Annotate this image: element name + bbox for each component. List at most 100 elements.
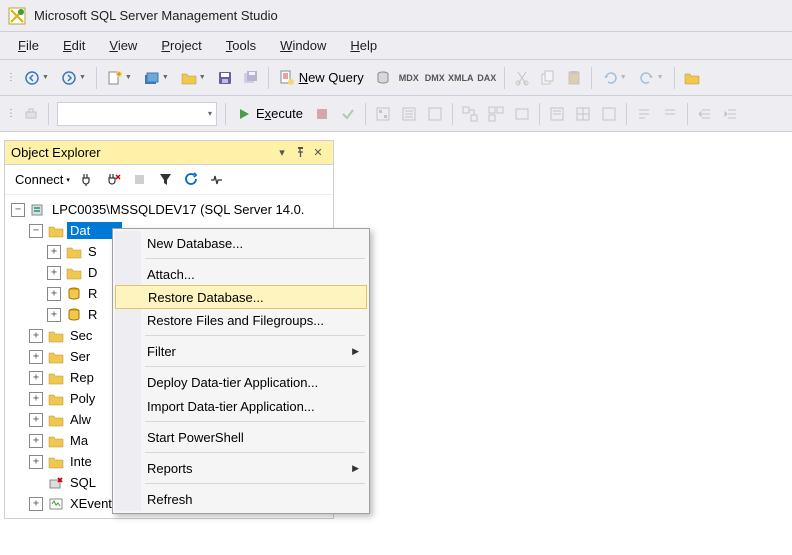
dmx-query-icon[interactable]: DMX — [422, 65, 448, 91]
undo-button[interactable]: ▼ — [596, 65, 633, 91]
save-all-button[interactable] — [238, 65, 264, 91]
execute-button[interactable]: Execute — [230, 101, 309, 127]
include-client-stats-button[interactable] — [509, 101, 535, 127]
menu-filter[interactable]: Filter▶ — [115, 339, 367, 363]
expander-icon[interactable]: + — [29, 455, 43, 469]
comment-button[interactable] — [631, 101, 657, 127]
expander-icon[interactable]: + — [47, 266, 61, 280]
menu-refresh[interactable]: Refresh — [115, 487, 367, 511]
intellisense-button[interactable] — [422, 101, 448, 127]
expander-icon[interactable]: + — [29, 329, 43, 343]
menu-start-powershell[interactable]: Start PowerShell — [115, 425, 367, 449]
expander-icon[interactable]: + — [29, 434, 43, 448]
expander-icon[interactable]: + — [47, 245, 61, 259]
expander-icon[interactable]: + — [47, 308, 61, 322]
database-engine-query-icon[interactable] — [370, 65, 396, 91]
dax-query-icon[interactable]: DAX — [474, 65, 500, 91]
expander-icon[interactable]: + — [29, 350, 43, 364]
properties-button[interactable] — [679, 65, 705, 91]
folder-icon — [48, 223, 64, 239]
tree-label: R — [85, 306, 100, 323]
expander-icon[interactable]: + — [29, 413, 43, 427]
menu-restore-database[interactable]: Restore Database... — [115, 285, 367, 309]
menu-view[interactable]: View — [97, 34, 149, 57]
results-grid-button[interactable] — [570, 101, 596, 127]
refresh-icon[interactable] — [180, 168, 204, 192]
xmla-query-icon[interactable]: XMLA — [448, 65, 474, 91]
expander-icon[interactable]: + — [29, 497, 43, 511]
folder-icon — [66, 244, 82, 260]
stop-button[interactable] — [309, 101, 335, 127]
back-button[interactable]: ▼ — [18, 65, 55, 91]
cut-button[interactable] — [509, 65, 535, 91]
folder-icon — [48, 454, 64, 470]
panel-dropdown-icon[interactable]: ▾ — [273, 144, 291, 162]
stop-icon[interactable] — [128, 168, 152, 192]
menu-new-database[interactable]: New Database... — [115, 231, 367, 255]
tree-label: S — [85, 243, 100, 260]
tree-server-node[interactable]: − LPC0035\MSSQLDEV17 (SQL Server 14.0. — [7, 199, 331, 220]
expander-icon[interactable]: + — [47, 287, 61, 301]
tree-label: Sec — [67, 327, 95, 344]
database-icon — [66, 307, 82, 323]
menu-reports[interactable]: Reports▶ — [115, 456, 367, 480]
parse-button[interactable] — [335, 101, 361, 127]
activity-monitor-icon[interactable] — [206, 168, 230, 192]
mdx-query-icon[interactable]: MDX — [396, 65, 422, 91]
menu-edit[interactable]: Edit — [51, 34, 97, 57]
connect-button[interactable]: Connect▾ — [11, 170, 74, 189]
ssms-app-icon — [8, 7, 26, 25]
connect-icon[interactable] — [76, 168, 100, 192]
results-file-button[interactable] — [596, 101, 622, 127]
database-icon — [66, 286, 82, 302]
expander-icon[interactable]: − — [29, 224, 43, 238]
tree-label: Ma — [67, 432, 91, 449]
open-file-button[interactable]: ▼ — [175, 65, 212, 91]
display-plan-button[interactable] — [370, 101, 396, 127]
title-bar: Microsoft SQL Server Management Studio — [0, 0, 792, 32]
expander-icon[interactable]: − — [11, 203, 25, 217]
menu-help[interactable]: Help — [338, 34, 389, 57]
menu-file[interactable]: File — [6, 34, 51, 57]
panel-title: Object Explorer — [11, 145, 273, 160]
menu-attach[interactable]: Attach... — [115, 262, 367, 286]
tree-label: Alw — [67, 411, 94, 428]
new-item-button[interactable]: ▼ — [101, 65, 138, 91]
uncomment-button[interactable] — [657, 101, 683, 127]
paste-button[interactable] — [561, 65, 587, 91]
menu-tools[interactable]: Tools — [214, 34, 268, 57]
filter-icon[interactable] — [154, 168, 178, 192]
tree-label: LPC0035\MSSQLDEV17 (SQL Server 14.0. — [49, 201, 307, 218]
tree-label: R — [85, 285, 100, 302]
menu-bar: File Edit View Project Tools Window Help — [0, 32, 792, 60]
folder-icon — [48, 349, 64, 365]
toolbar-grip-icon: ⋮ — [6, 108, 16, 119]
expander-icon[interactable]: + — [29, 392, 43, 406]
results-text-button[interactable] — [544, 101, 570, 127]
menu-project[interactable]: Project — [149, 34, 213, 57]
toolbar-grip-icon: ⋮ — [6, 72, 16, 83]
expander-icon[interactable]: + — [29, 371, 43, 385]
indent-button[interactable] — [692, 101, 718, 127]
query-options-button[interactable] — [396, 101, 422, 127]
disconnect-icon[interactable] — [102, 168, 126, 192]
copy-button[interactable] — [535, 65, 561, 91]
menu-import-datatier[interactable]: Import Data-tier Application... — [115, 394, 367, 418]
include-stats-button[interactable] — [483, 101, 509, 127]
include-plan-button[interactable] — [457, 101, 483, 127]
outdent-button[interactable] — [718, 101, 744, 127]
new-query-button[interactable]: New Query — [273, 65, 370, 91]
database-combo[interactable]: ▾ — [57, 102, 217, 126]
forward-button[interactable]: ▼ — [55, 65, 92, 91]
panel-pin-icon[interactable] — [291, 144, 309, 162]
menu-window[interactable]: Window — [268, 34, 338, 57]
menu-deploy-datatier[interactable]: Deploy Data-tier Application... — [115, 370, 367, 394]
new-project-button[interactable]: ▼ — [138, 65, 175, 91]
save-button[interactable] — [212, 65, 238, 91]
submenu-arrow-icon: ▶ — [352, 463, 359, 474]
change-connection-button[interactable] — [18, 101, 44, 127]
redo-button[interactable]: ▼ — [633, 65, 670, 91]
menu-restore-files[interactable]: Restore Files and Filegroups... — [115, 308, 367, 332]
panel-close-icon[interactable]: ✕ — [309, 144, 327, 162]
toolbar-main: ⋮ ▼ ▼ ▼ ▼ ▼ New Query MDX DMX XMLA DAX ▼… — [0, 60, 792, 96]
